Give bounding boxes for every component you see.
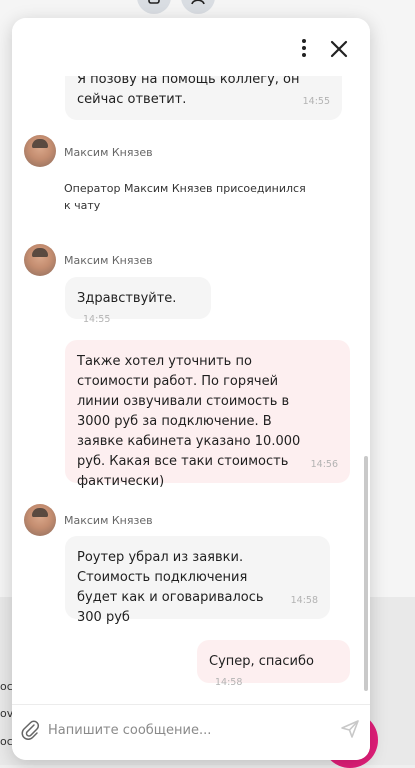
scrollbar[interactable] <box>364 456 368 691</box>
chat-widget: Я позову на помощь коллегу, он сейчас от… <box>12 18 370 760</box>
close-icon[interactable] <box>326 36 352 62</box>
background-text-fragment: ос <box>0 735 13 748</box>
send-icon[interactable] <box>339 718 361 740</box>
message-time: 14:56 <box>310 459 338 470</box>
author-name: Максим Князев <box>64 514 153 527</box>
author-name: Максим Князев <box>64 254 153 267</box>
more-vertical-icon <box>302 39 306 43</box>
document-icon <box>148 0 160 4</box>
operator-avatar <box>24 135 56 167</box>
message-time: 14:58 <box>215 677 243 688</box>
message-text: Также хотел уточнить по стоимости работ.… <box>77 354 301 489</box>
background-text-fragment: ос <box>0 680 13 693</box>
chat-header <box>12 18 370 76</box>
message-bubble-incoming: Роутер убрал из заявки. Стоимость подклю… <box>65 536 330 625</box>
operator-avatar <box>24 504 56 536</box>
message-text: Здравствуйте. <box>77 291 177 306</box>
message-time: 14:55 <box>83 314 111 325</box>
operator-avatar <box>24 244 56 276</box>
more-menu-button[interactable] <box>294 34 314 62</box>
message-bubble-outgoing: Супер, спасибо 14:58 <box>197 640 350 688</box>
user-icon <box>191 0 205 5</box>
paperclip-icon[interactable] <box>20 719 40 741</box>
message-time: 14:58 <box>290 595 318 606</box>
message-text: Супер, спасибо <box>209 654 314 669</box>
message-bubble-outgoing: Также хотел уточнить по стоимости работ.… <box>65 340 350 489</box>
message-composer <box>12 705 370 760</box>
message-time: 14:55 <box>302 96 330 107</box>
message-text: Роутер убрал из заявки. Стоимость подклю… <box>77 550 264 625</box>
message-list: Я позову на помощь коллегу, он сейчас от… <box>12 18 370 704</box>
author-name: Максим Князев <box>64 146 153 159</box>
system-message: Оператор Максим Князев присоединился к ч… <box>64 182 306 212</box>
message-input[interactable] <box>48 717 328 743</box>
message-bubble-incoming: Здравствуйте. 14:55 <box>65 277 211 325</box>
